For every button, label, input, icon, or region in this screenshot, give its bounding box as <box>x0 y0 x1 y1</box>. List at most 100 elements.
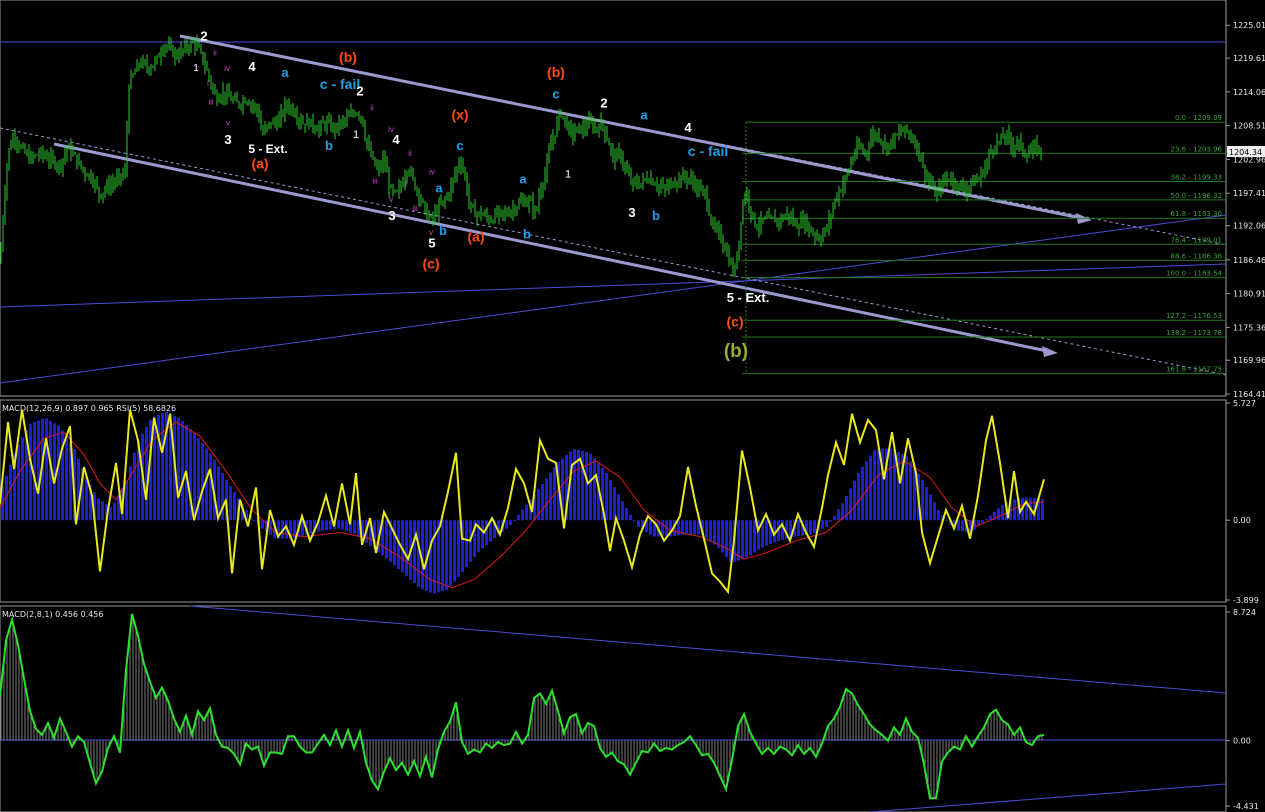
macd-bar <box>689 520 692 535</box>
macd-bar <box>113 502 116 521</box>
macd-bar <box>921 479 924 521</box>
price-tick-label: 1164.41 <box>1233 390 1265 399</box>
macd-bar <box>457 520 460 577</box>
macd-bar <box>629 514 632 521</box>
price-axis: 1225.011219.611214.061208.511202.961197.… <box>1226 21 1265 399</box>
macd-bar <box>693 520 696 535</box>
macd-bar <box>685 520 688 535</box>
macd-bar <box>509 520 512 526</box>
macd-bar <box>321 520 324 531</box>
wave-label: a <box>435 181 443 196</box>
macd-bar <box>1013 499 1016 521</box>
wave-label: a <box>640 108 648 123</box>
macd-bar <box>413 520 416 584</box>
macd-bar <box>621 501 624 521</box>
macd-bar <box>877 448 880 521</box>
macd-bar <box>109 507 112 521</box>
macd-bar <box>545 478 548 521</box>
macd-bar <box>837 509 840 521</box>
wave-label: (c) <box>726 314 743 330</box>
macd-bar <box>853 480 856 521</box>
macd-bar <box>341 520 344 530</box>
trading-chart: 0.0 - 1209.09 23.6 - 1203.96 38.2 - 1199.3… <box>0 0 1265 812</box>
macd-bar <box>709 520 712 542</box>
macd-rsi-label: MACD(12,26,9) 0.897 0.965 RSI(5) 58.6826 <box>2 404 176 413</box>
macd-bar <box>945 520 948 522</box>
macd-bar <box>741 520 744 559</box>
macd-bar <box>17 444 20 521</box>
wave-label: c - fail <box>688 143 728 159</box>
price-tick-label: 1169.96 <box>1233 356 1265 365</box>
macd-short-axis: 8.724 0.00 -4.431 <box>1226 608 1259 811</box>
macd-bar <box>637 520 640 527</box>
macd-bar <box>861 466 864 521</box>
wave-label: b <box>325 138 333 153</box>
macd-bar <box>961 520 964 532</box>
macd-bar <box>889 448 892 521</box>
macd-bar <box>181 420 184 521</box>
price-tick-label: 1225.01 <box>1233 21 1265 30</box>
macd-bar <box>957 520 960 531</box>
macd-bar <box>481 520 484 549</box>
macd-bar <box>857 473 860 521</box>
fib-level-label: 138.2 - 1173.78 <box>1166 329 1222 337</box>
macd-bar <box>929 494 932 521</box>
wave-label: 3 <box>628 205 635 220</box>
wave-label: ii <box>408 149 412 158</box>
wave-label: 4 <box>392 132 400 147</box>
macd-bar <box>585 451 588 521</box>
macd-bar <box>933 502 936 521</box>
wave-label: i <box>405 180 407 189</box>
wave-label: b <box>652 208 660 223</box>
macd-bar <box>937 510 940 521</box>
macd-short-label: MACD(2,8,1) 0.456 0.456 <box>2 610 103 619</box>
macd-bar <box>65 436 68 521</box>
fib-level-label: 23.6 - 1203.96 <box>1170 145 1222 153</box>
wave-label: 4 <box>248 59 256 74</box>
macd-bar <box>705 520 708 539</box>
macd-bar <box>829 520 832 522</box>
price-tick-label: 1219.61 <box>1233 54 1265 63</box>
wave-label: 2 <box>600 95 607 110</box>
macd-bar <box>609 480 612 521</box>
macd-bar <box>29 423 32 521</box>
macd-rsi-axis: 5.727 0.00 -3.899 <box>1226 399 1259 605</box>
price-tick-label: 1214.06 <box>1233 88 1265 97</box>
wave-label: (b) <box>339 49 357 65</box>
macd-bar <box>745 520 748 558</box>
macd-bar <box>849 488 852 521</box>
wave-label: a <box>519 172 527 187</box>
macd-bar <box>573 448 576 521</box>
fib-level-label: 50.0 - 1196.32 <box>1170 192 1222 200</box>
macd-bar <box>905 456 908 521</box>
macd-bar <box>981 520 984 523</box>
fib-level-label: 88.6 - 1186.36 <box>1170 252 1222 260</box>
macd-bar <box>549 472 552 521</box>
wave-label: ii <box>213 49 217 58</box>
macd-bar <box>309 520 312 534</box>
macd-bar <box>465 520 468 568</box>
macd-bar <box>725 520 728 558</box>
macd-bar <box>985 519 988 521</box>
macd-bar <box>329 520 332 530</box>
wave-label: iv <box>388 125 394 134</box>
macd-tick-label: 0.00 <box>1233 516 1251 525</box>
macd-bar <box>649 520 652 535</box>
macd-bar <box>9 464 12 521</box>
macd-bar <box>869 455 872 521</box>
macd-short-pane <box>0 605 1227 812</box>
macd-tick-label: 5.727 <box>1233 399 1256 408</box>
macd-bar <box>125 479 128 521</box>
macd-bar <box>617 494 620 521</box>
wave-label: iv <box>224 64 230 73</box>
macd-bar <box>253 519 256 521</box>
macd-bar <box>405 520 408 577</box>
macd-bar <box>593 458 596 521</box>
macd-bar <box>85 477 88 521</box>
macd-bar <box>201 443 204 521</box>
macd-bar <box>1001 504 1004 521</box>
wave-label: 2 <box>200 29 207 44</box>
fib-level-label: 61.8 - 1193.30 <box>1170 210 1222 218</box>
fib-level-label: 161.8 - 1167.75 <box>1166 366 1222 374</box>
wave-label: iii <box>412 204 418 213</box>
